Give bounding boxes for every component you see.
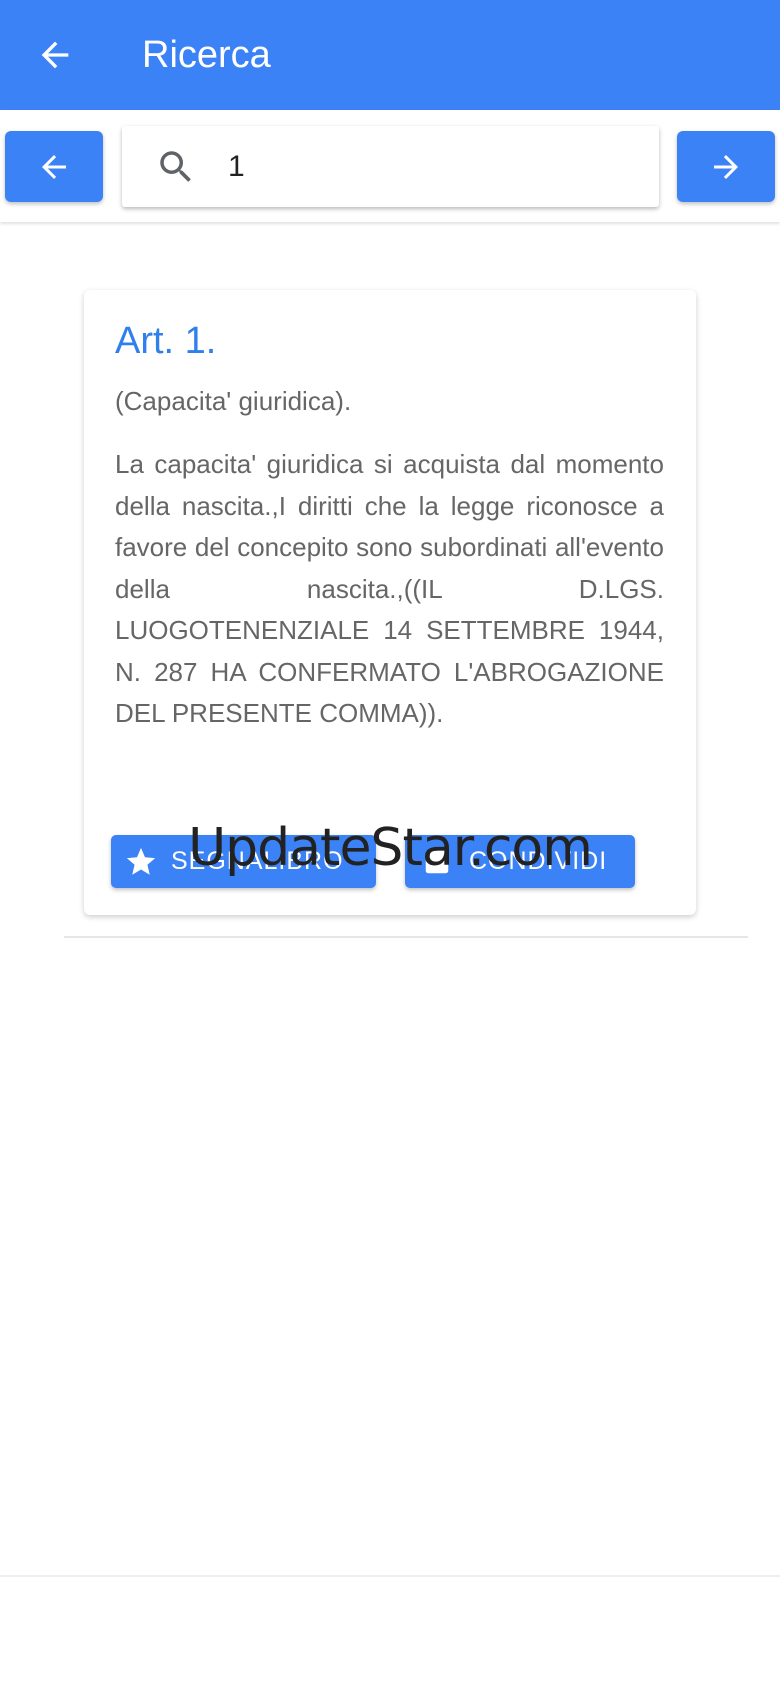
article-title: Art. 1. (115, 320, 217, 362)
share-label: CONDIVIDI (469, 847, 608, 875)
article-subtitle: (Capacita' giuridica). (115, 386, 352, 416)
search-icon (154, 145, 198, 189)
bottom-divider (0, 1575, 780, 1577)
bookmark-button[interactable]: SEGNALIBRO (111, 835, 376, 888)
arrow-left-icon (41, 41, 69, 69)
share-button[interactable]: CONDIVIDI (405, 835, 635, 888)
bookmark-label: SEGNALIBRO (171, 847, 344, 875)
result-divider (64, 936, 748, 938)
search-input[interactable] (228, 149, 628, 184)
page-title: Ricerca (142, 33, 271, 76)
article-card: Art. 1. (Capacita' giuridica). La capaci… (84, 290, 696, 915)
next-result-button[interactable] (677, 131, 775, 202)
share-icon (419, 844, 455, 880)
arrow-left-icon (42, 154, 66, 179)
previous-result-button[interactable] (5, 131, 103, 202)
star-icon (123, 844, 159, 880)
app-bar: Ricerca (0, 0, 780, 110)
back-button[interactable] (27, 27, 83, 83)
article-body: La capacita' giuridica si acquista dal m… (115, 449, 664, 728)
search-box (122, 126, 659, 207)
search-toolbar (0, 110, 780, 222)
arrow-right-icon (714, 154, 738, 179)
